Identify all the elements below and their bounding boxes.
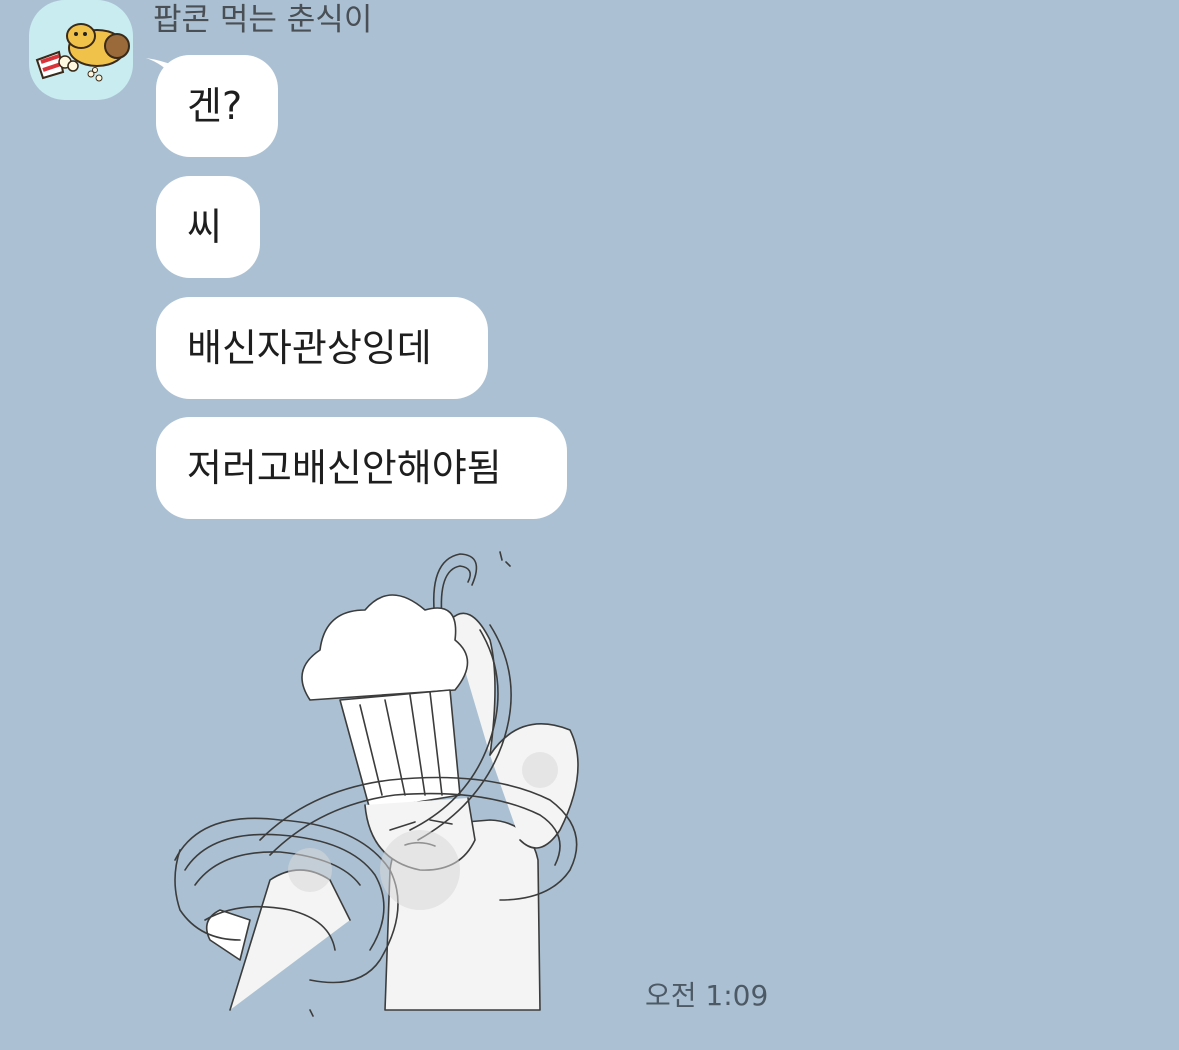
- message-bubble[interactable]: 저러고배신안해야됨: [156, 417, 567, 519]
- profile-avatar[interactable]: [29, 0, 133, 100]
- message-text: 겐?: [187, 84, 243, 128]
- message-bubble[interactable]: 겐?: [156, 55, 278, 157]
- message-text: 저러고배신안해야됨: [187, 446, 502, 490]
- message-text: 씨: [187, 205, 222, 249]
- popcorn-character-icon: [35, 23, 130, 82]
- sender-name: 팝콘 먹는 춘식이: [153, 2, 373, 38]
- message-timestamp: 오전 1:09: [645, 979, 769, 1012]
- message-bubble[interactable]: 씨: [156, 176, 260, 278]
- chef-dancing-sticker[interactable]: [160, 540, 620, 1020]
- message-text: 배신자관상잉데: [187, 326, 432, 370]
- message-bubble[interactable]: 배신자관상잉데: [156, 297, 488, 399]
